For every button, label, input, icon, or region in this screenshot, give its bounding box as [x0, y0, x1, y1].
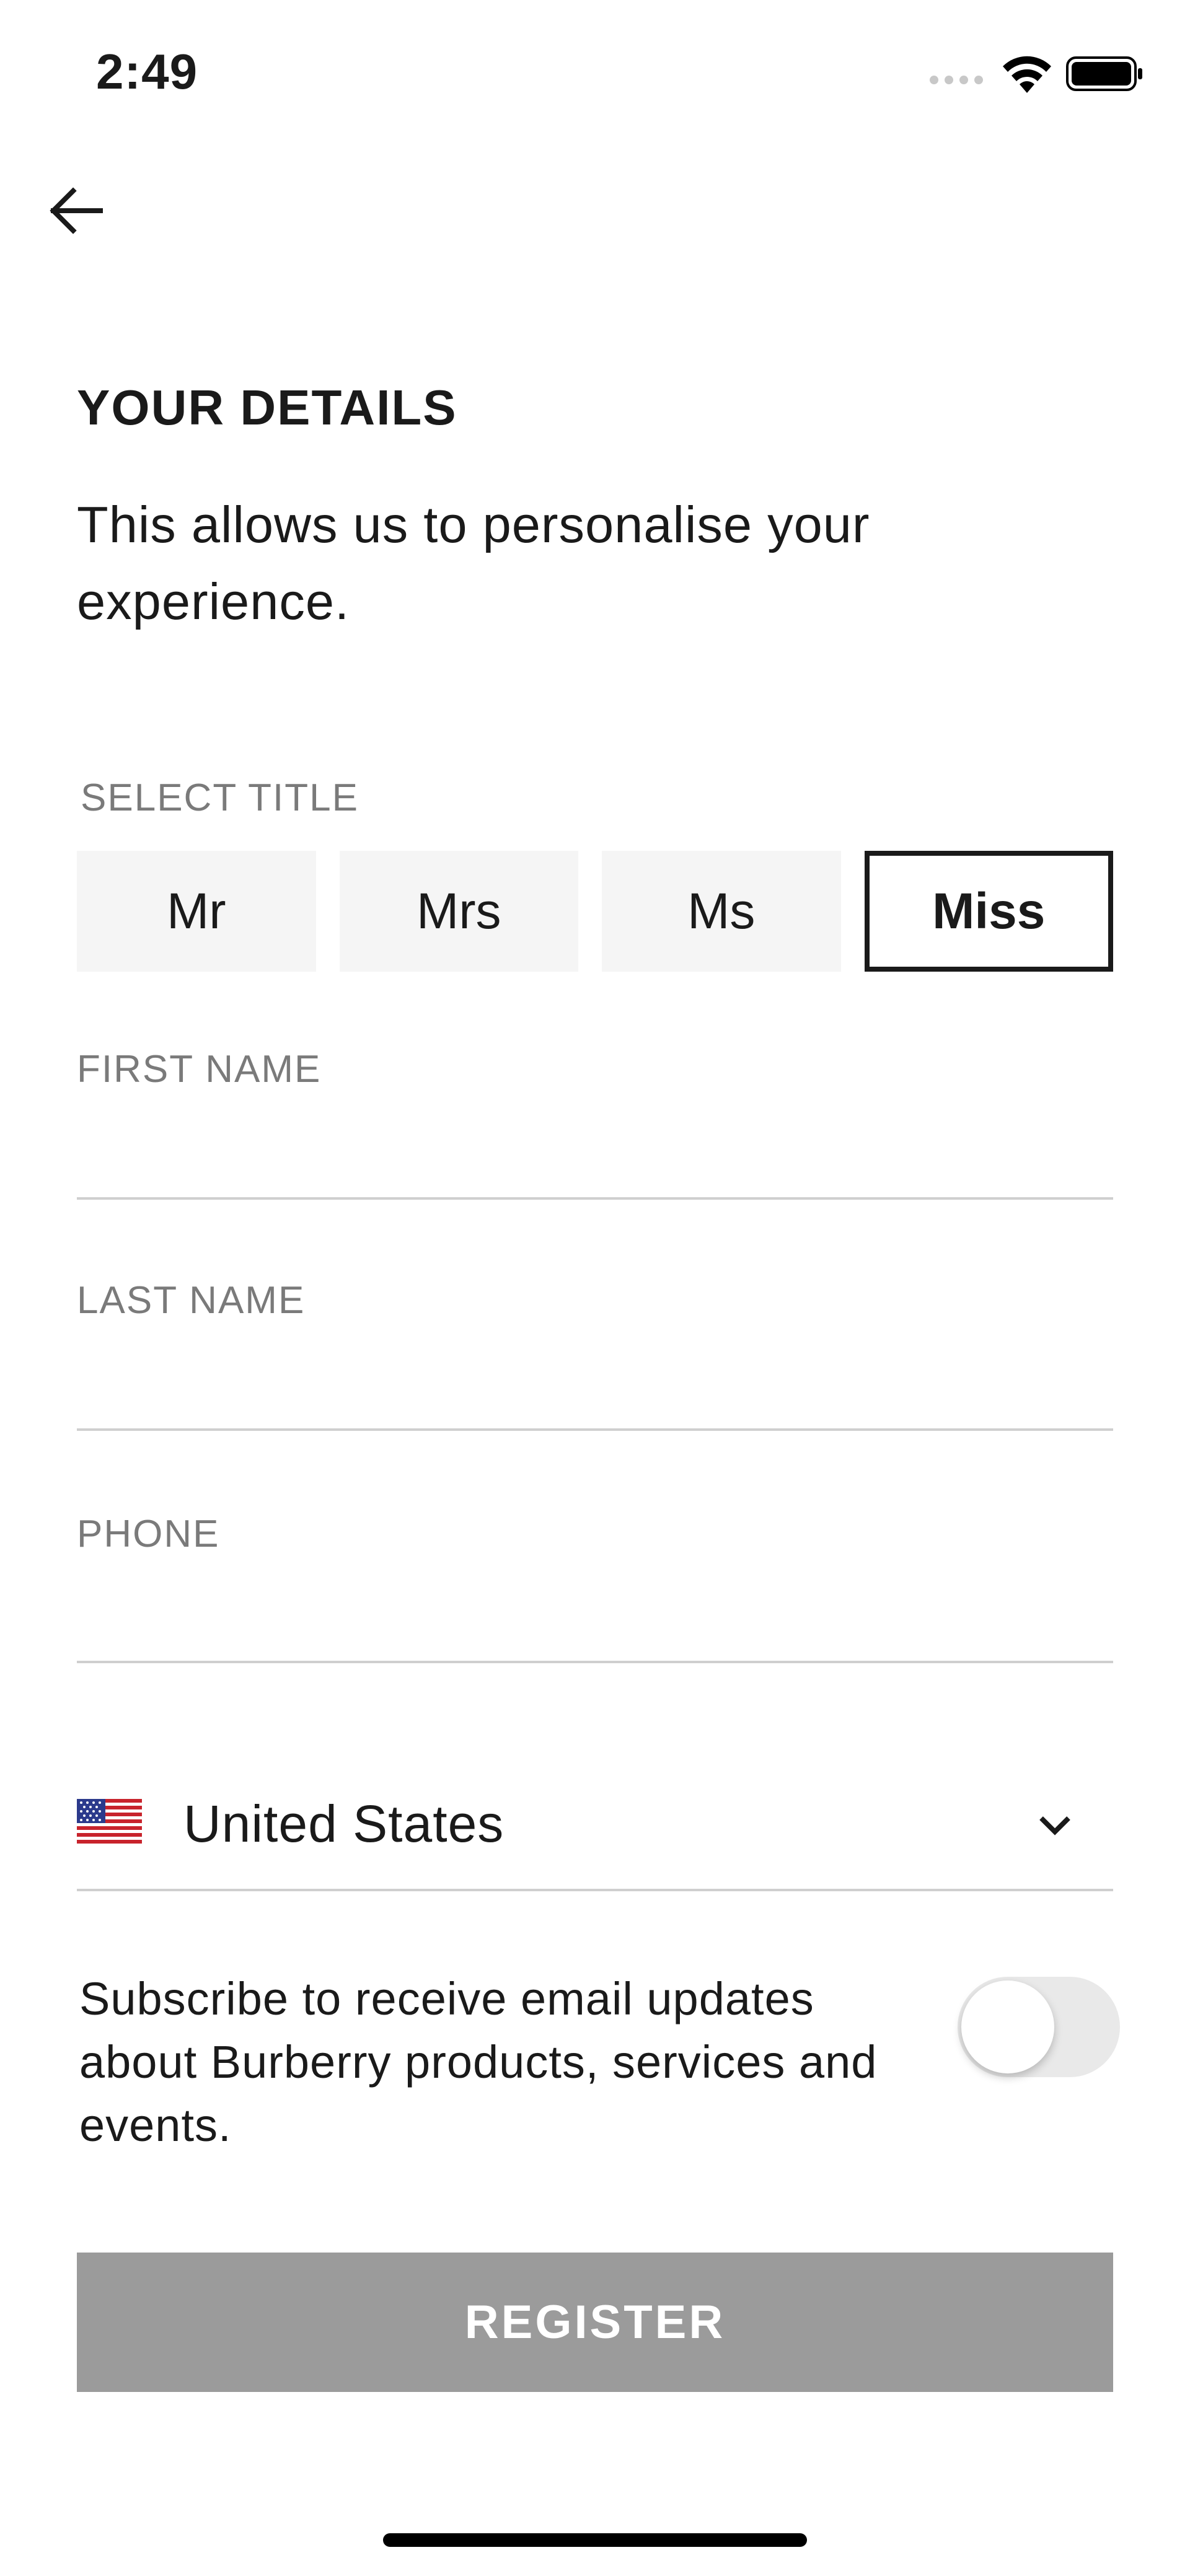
country-value: United States: [183, 1795, 505, 1853]
title-option-miss[interactable]: Miss: [864, 851, 1113, 972]
last-name-field[interactable]: [77, 1357, 1113, 1419]
first-name-field[interactable]: [77, 1125, 1113, 1187]
title-selector: Mr Mrs Ms Miss: [77, 851, 1113, 972]
first-name-underline: [77, 1197, 1113, 1200]
status-time: 2:49: [96, 44, 198, 99]
title-option-mrs[interactable]: Mrs: [339, 851, 578, 972]
subscribe-toggle-knob[interactable]: [961, 1980, 1054, 2073]
wifi-icon: [1003, 56, 1051, 93]
first-name-label: FIRST NAME: [77, 1048, 322, 1091]
chevron-down-icon[interactable]: [1034, 1809, 1076, 1842]
cellular-signal-icon: [930, 76, 983, 84]
title-option-ms[interactable]: Ms: [602, 851, 841, 972]
title-option-mr[interactable]: Mr: [77, 851, 316, 972]
phone-field[interactable]: [77, 1589, 1113, 1651]
register-button[interactable]: REGISTER: [77, 2253, 1113, 2392]
phone-label: PHONE: [77, 1513, 220, 1555]
last-name-label: LAST NAME: [77, 1279, 306, 1322]
us-flag-icon: [77, 1799, 142, 1844]
last-name-underline: [77, 1428, 1113, 1431]
arrow-left-icon[interactable]: [45, 180, 107, 242]
subscribe-text: Subscribe to receive email updates about…: [79, 1973, 878, 2151]
battery-icon: [1066, 56, 1142, 91]
page-subtitle: This allows us to personalise your exper…: [77, 496, 870, 630]
home-indicator[interactable]: [383, 2533, 807, 2547]
country-underline: [77, 1889, 1113, 1891]
phone-underline: [77, 1661, 1113, 1663]
page-title: YOUR DETAILS: [77, 380, 457, 435]
select-title-label: SELECT TITLE: [81, 776, 359, 819]
